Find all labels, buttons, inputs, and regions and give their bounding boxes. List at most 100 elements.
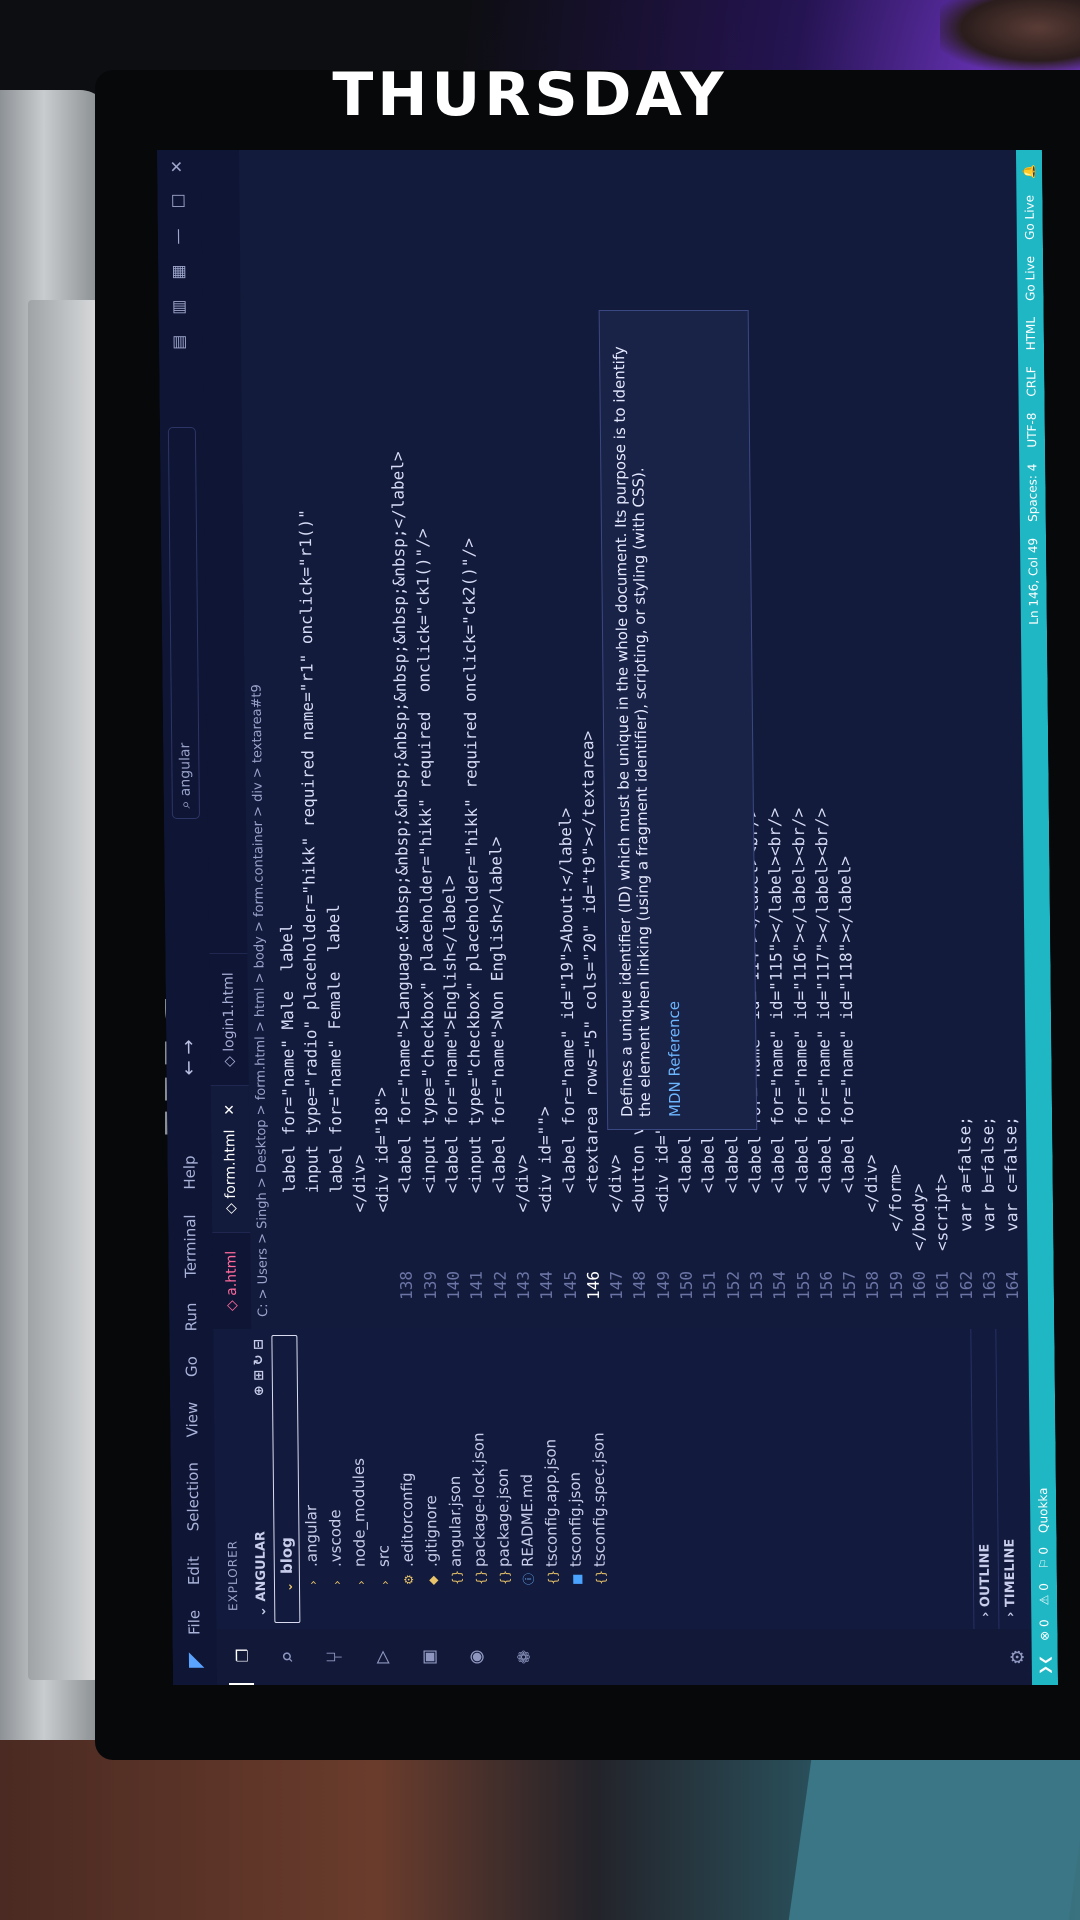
close-tab-icon[interactable]: ✕ (222, 1104, 238, 1116)
tree-item-tsconfig[interactable]: ■ tsconfig.json (561, 1329, 588, 1629)
chevron-right-icon: › (305, 1580, 320, 1585)
tree-item-package-lock[interactable]: {} package-lock.json (465, 1329, 492, 1629)
tree-item-label: .gitignore (422, 1495, 441, 1567)
explorer-icon[interactable]: ❐ (228, 1627, 255, 1685)
line-number: 162 (956, 1271, 976, 1300)
tree-item-blog[interactable]: ⌄ blog (271, 1335, 301, 1623)
line-number: 147 (606, 1271, 627, 1300)
layout-icon[interactable]: ▤ (169, 335, 188, 350)
layout-panel-icon[interactable]: ▦ (168, 265, 187, 280)
code-text: </body> (908, 1183, 929, 1251)
menu-terminal[interactable]: Terminal (181, 1214, 200, 1277)
tree-item-label: package-lock.json (469, 1432, 489, 1567)
tree-item-node-modules[interactable]: › node_modules (345, 1329, 372, 1629)
layout-sidebar-icon[interactable]: ▥ (169, 300, 188, 315)
maximize-icon[interactable]: □ (167, 193, 186, 208)
tree-item-gitignore[interactable]: ◆ .gitignore (417, 1329, 444, 1629)
tab-a-html[interactable]: ◇ a.html (212, 1231, 252, 1329)
workspace-root[interactable]: ⌄ ANGULAR ⊕ ⊞ ↻ ⊟ (247, 1329, 274, 1629)
ports-count[interactable]: ⚐ 0 (1037, 1547, 1051, 1569)
chevron-right-icon: › (978, 1607, 994, 1617)
explorer-header: EXPLORER (225, 1540, 241, 1611)
status-left: ❯❮ ⊗ 0 ⚠ 0 ⚐ 0 Quokka (1036, 1488, 1052, 1686)
go-live-button-2[interactable]: Go Live (1022, 195, 1036, 240)
line-number: 145 (560, 1271, 580, 1300)
tree-item-editorconfig[interactable]: ⚙ .editorconfig (393, 1329, 420, 1629)
line-ending[interactable]: CRLF (1024, 366, 1038, 396)
errors-count[interactable]: ⊗ 0 (1037, 1619, 1051, 1641)
indentation[interactable]: Spaces: 4 (1025, 464, 1040, 522)
go-live-button[interactable]: Go Live (1023, 256, 1037, 301)
activity-bar: ❐ ⌕ ⑂ ▷ ▣ ◉ ❁ ⚙ (216, 1627, 1045, 1685)
rug (788, 1760, 1080, 1920)
tree-item-angular[interactable]: › .angular (297, 1329, 324, 1629)
explorer-actions: ⊕ ⊞ ↻ ⊟ (247, 1339, 272, 1396)
new-folder-icon[interactable]: ⊞ (252, 1370, 267, 1381)
remote-indicator-icon[interactable]: ❯❮ (1038, 1655, 1052, 1675)
encoding[interactable]: UTF-8 (1025, 413, 1039, 448)
language-mode[interactable]: HTML (1024, 317, 1038, 350)
tree-item-label: angular.json (445, 1475, 465, 1567)
code-text: <div id="18"> (371, 1087, 393, 1251)
quokka-status[interactable]: Quokka (1036, 1488, 1050, 1533)
bell-icon[interactable]: 🔔 (1022, 164, 1036, 179)
line-number: 146 (583, 1271, 603, 1300)
back-arrow-icon[interactable]: ← (178, 1060, 199, 1075)
tab-label: form.html (222, 1129, 239, 1199)
menu-selection[interactable]: Selection (184, 1462, 203, 1531)
run-debug-icon[interactable]: ▷ (370, 1650, 395, 1663)
collapse-all-icon[interactable]: ⊟ (251, 1339, 266, 1350)
menu-file[interactable]: File (185, 1610, 203, 1635)
window-controls: ▤ ▥ ▦ — □ ✕ (167, 160, 188, 350)
tree-item-tsconfig-app[interactable]: {} tsconfig.app.json (537, 1329, 564, 1629)
chevron-right-icon: › (377, 1580, 392, 1585)
chatgpt-icon[interactable]: ❁ (511, 1650, 536, 1663)
tree-item-tsconfig-spec[interactable]: {} tsconfig.spec.json (585, 1329, 612, 1629)
cursor-position[interactable]: Ln 146, Col 49 (1026, 538, 1041, 625)
tab-form-html[interactable]: ◇ form.html ✕ (210, 1084, 251, 1232)
menu-run[interactable]: Run (182, 1303, 200, 1332)
outline-panel-header[interactable]: › OUTLINE (970, 1329, 999, 1629)
nav-arrows: ← → (178, 1040, 199, 1076)
printer-shelf (0, 90, 110, 1850)
source-control-icon[interactable]: ⑂ (323, 1650, 348, 1663)
sidebar-bottom-panels: › OUTLINE › TIMELINE (970, 1329, 1024, 1629)
explorer-sidebar: EXPLORER ⌄ ANGULAR ⊕ ⊞ ↻ ⊟ ⌄ blog › .angul… (213, 1329, 1032, 1629)
extensions-icon[interactable]: ▣ (417, 1650, 442, 1663)
photo-scene: DELL ◤ File Edit Selection View Go Run T… (0, 0, 1080, 1920)
line-number: 161 (933, 1271, 953, 1300)
line-number: 159 (886, 1271, 906, 1300)
command-center-search[interactable]: ⌕ angular (167, 427, 200, 820)
refresh-icon[interactable]: ↻ (252, 1354, 267, 1365)
html-file-icon: ◇ (222, 1198, 240, 1214)
tab-login1-html[interactable]: ◇ login1.html (209, 953, 249, 1085)
tree-item-readme[interactable]: ⓘ README.md (513, 1329, 540, 1629)
settings-gear-icon[interactable]: ⚙ (1005, 1650, 1030, 1663)
menu-go[interactable]: Go (183, 1356, 201, 1377)
vscode-window: ◤ File Edit Selection View Go Run Termin… (156, 150, 1059, 1686)
mdn-reference-link[interactable]: MDN Reference (658, 323, 684, 1117)
timeline-panel-header[interactable]: › TIMELINE (995, 1329, 1024, 1629)
git-icon: ◆ (425, 1575, 440, 1585)
tree-item-package-json[interactable]: {} package.json (489, 1329, 516, 1629)
forward-arrow-icon[interactable]: → (178, 1040, 199, 1055)
menu-edit[interactable]: Edit (185, 1556, 203, 1585)
tree-item-src[interactable]: › src (369, 1329, 396, 1629)
line-number: 153 (746, 1271, 766, 1300)
close-icon[interactable]: ✕ (167, 160, 186, 173)
warnings-count[interactable]: ⚠ 0 (1037, 1583, 1051, 1605)
tree-item-angular-json[interactable]: {} angular.json (441, 1329, 468, 1629)
chevron-down-icon: ⌄ (254, 1601, 270, 1617)
search-icon[interactable]: ⌕ (276, 1650, 301, 1663)
line-number: 163 (979, 1271, 999, 1300)
menu-view[interactable]: View (183, 1402, 201, 1438)
tree-item-label: tsconfig.spec.json (589, 1432, 609, 1567)
menu-help[interactable]: Help (180, 1155, 198, 1189)
code-text: label for="name" Male label (277, 923, 300, 1251)
new-file-icon[interactable]: ⊕ (252, 1385, 267, 1396)
code-text: <label for="name" id="118"></label> (835, 856, 859, 1251)
code-text: <label for="name">Non English</label> (485, 836, 510, 1251)
minimize-icon[interactable]: — (168, 229, 187, 245)
tree-item-vscode[interactable]: › .vscode (321, 1329, 348, 1629)
remote-icon[interactable]: ◉ (464, 1650, 489, 1663)
